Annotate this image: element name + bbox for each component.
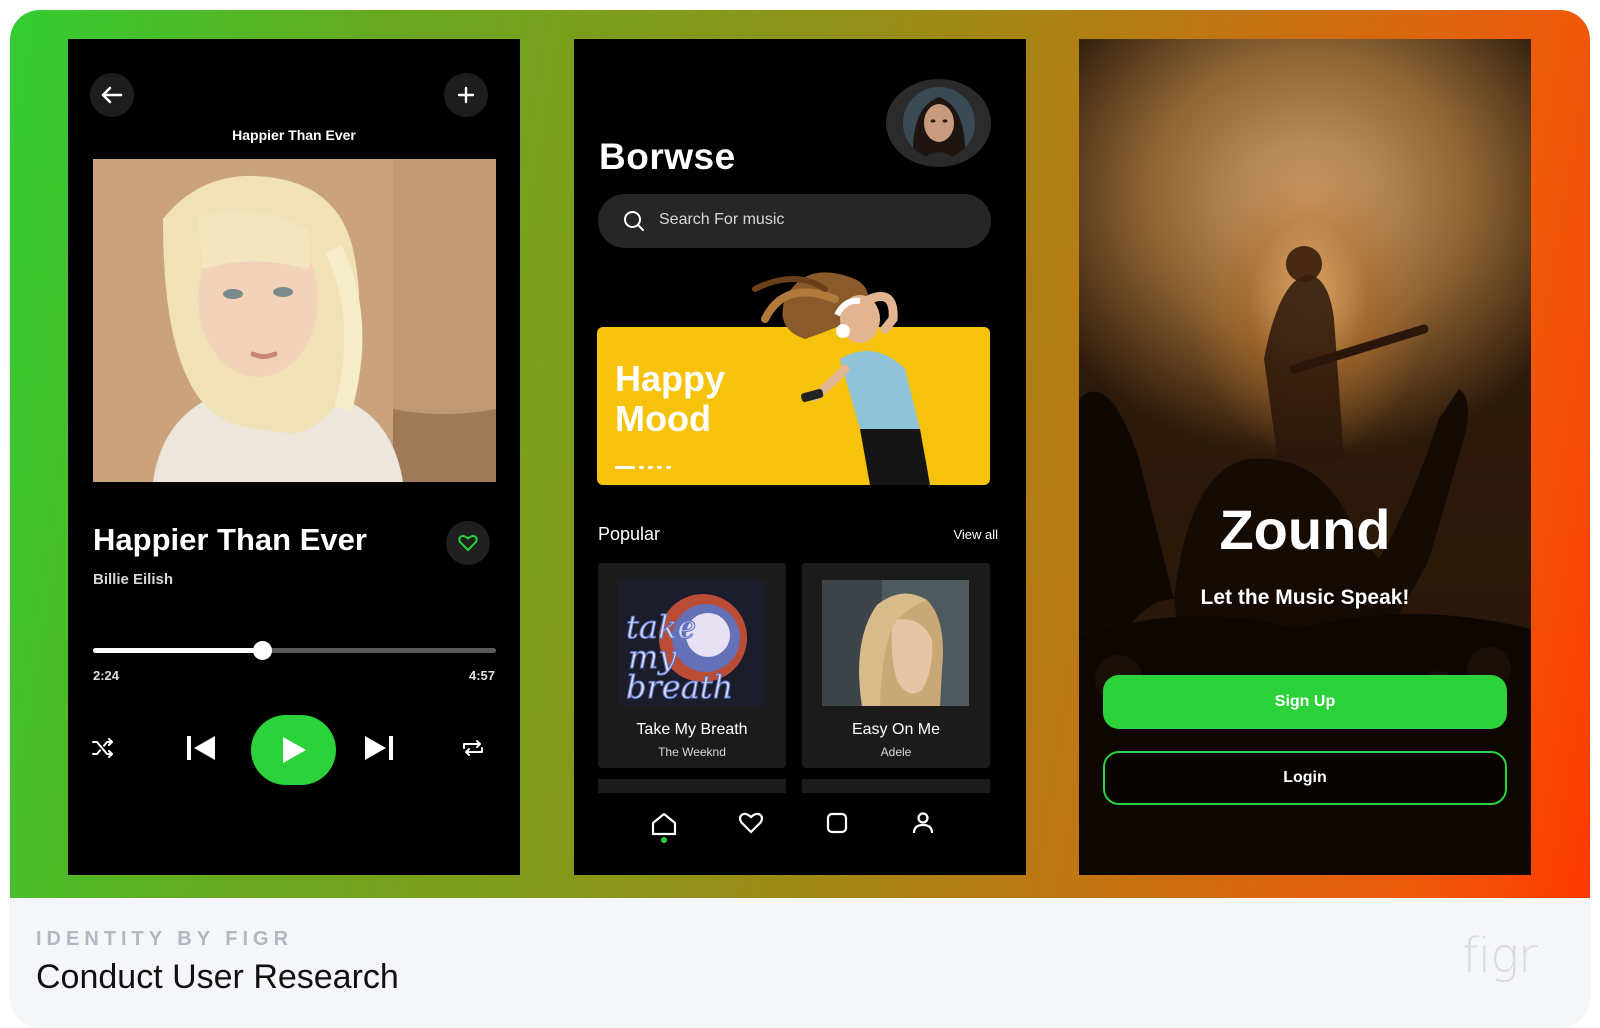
- carousel-dot[interactable]: [639, 466, 644, 469]
- progress-slider[interactable]: [93, 641, 496, 660]
- dancing-woman-illustration: [752, 272, 930, 485]
- song-title: Happier Than Ever: [93, 522, 367, 557]
- shuffle-button[interactable]: [90, 735, 116, 761]
- active-tab-indicator: [661, 837, 667, 843]
- popular-heading: Popular: [598, 524, 661, 544]
- repeat-button[interactable]: [460, 735, 486, 761]
- play-button[interactable]: [251, 715, 336, 785]
- tile-artist: Adele: [880, 745, 912, 759]
- heart-icon: [458, 534, 478, 552]
- next-button[interactable]: [362, 731, 396, 765]
- song-tile[interactable]: take my breath Take My Breath The Weeknd: [598, 563, 786, 768]
- progress-thumb[interactable]: [253, 641, 273, 660]
- page-title: Borwse: [599, 136, 736, 177]
- browse-screen: Borwse Search For music Happy Mood Popul…: [574, 39, 1026, 875]
- brand-logo-text: Zound: [1219, 498, 1391, 561]
- carousel-dot[interactable]: [666, 466, 671, 469]
- tile-artist: The Weeknd: [658, 745, 726, 759]
- library-icon[interactable]: [825, 811, 849, 835]
- search-bar[interactable]: Search For music: [598, 194, 991, 248]
- splash-screen: Zound Let the Music Speak! Sign Up Login: [1079, 39, 1531, 875]
- play-icon: [282, 737, 306, 763]
- home-icon[interactable]: [650, 811, 678, 837]
- add-button[interactable]: [444, 73, 488, 117]
- carousel-dot-active[interactable]: [615, 466, 635, 469]
- carousel-dot[interactable]: [657, 466, 662, 469]
- banner-title: Happy Mood: [615, 359, 725, 439]
- tile-title: Take My Breath: [636, 721, 748, 738]
- progress-fill: [93, 648, 263, 653]
- sign-up-button[interactable]: Sign Up: [1103, 675, 1507, 729]
- song-artist: Billie Eilish: [93, 571, 174, 588]
- plus-icon: [457, 86, 475, 104]
- album-art: [93, 159, 496, 482]
- song-tile-partial[interactable]: [598, 779, 786, 793]
- caption-title: Conduct User Research: [36, 958, 399, 996]
- showcase-card: Happier Than Ever Happier Than Ever Bill…: [10, 10, 1590, 1028]
- next-icon: [365, 736, 393, 760]
- player-header-title: Happier Than Ever: [232, 127, 356, 143]
- search-icon: [624, 211, 644, 231]
- elapsed-time: 2:24: [93, 668, 120, 683]
- search-input[interactable]: Search For music: [659, 211, 784, 229]
- like-button[interactable]: [446, 521, 490, 565]
- concert-background: [1079, 39, 1531, 875]
- avatar-photo: [902, 87, 975, 159]
- back-arrow-icon: [101, 86, 123, 104]
- carousel-dots[interactable]: [615, 466, 671, 469]
- shuffle-icon: [92, 738, 113, 758]
- repeat-icon: [463, 740, 483, 756]
- login-button[interactable]: Login: [1103, 751, 1507, 805]
- carousel-dot[interactable]: [648, 466, 653, 469]
- previous-button[interactable]: [184, 731, 218, 765]
- profile-icon[interactable]: [911, 811, 935, 835]
- view-all-link[interactable]: View all: [953, 527, 998, 542]
- avatar[interactable]: [886, 79, 991, 167]
- hero-gradient: Happier Than Ever Happier Than Ever Bill…: [10, 10, 1590, 898]
- figr-logo: figr: [1462, 928, 1538, 984]
- banner-line-1: Happy: [615, 358, 726, 399]
- banner-line-2: Mood: [615, 398, 711, 439]
- tagline: Let the Music Speak!: [1200, 586, 1410, 609]
- song-tile[interactable]: Easy On Me Adele: [802, 563, 990, 768]
- tile-cover: take my breath: [618, 580, 765, 706]
- total-time: 4:57: [468, 668, 495, 683]
- tile-cover: [822, 580, 969, 706]
- song-tile-partial[interactable]: [802, 779, 990, 793]
- back-button[interactable]: [90, 73, 134, 117]
- heart-icon[interactable]: [738, 811, 764, 835]
- player-screen: Happier Than Ever Happier Than Ever Bill…: [68, 39, 520, 875]
- tile-title: Easy On Me: [851, 721, 941, 738]
- mood-banner[interactable]: Happy Mood: [597, 272, 990, 485]
- caption-kicker: IDENTITY BY FIGR: [36, 928, 294, 950]
- previous-icon: [187, 736, 215, 760]
- cover-word-3: breath: [626, 668, 733, 706]
